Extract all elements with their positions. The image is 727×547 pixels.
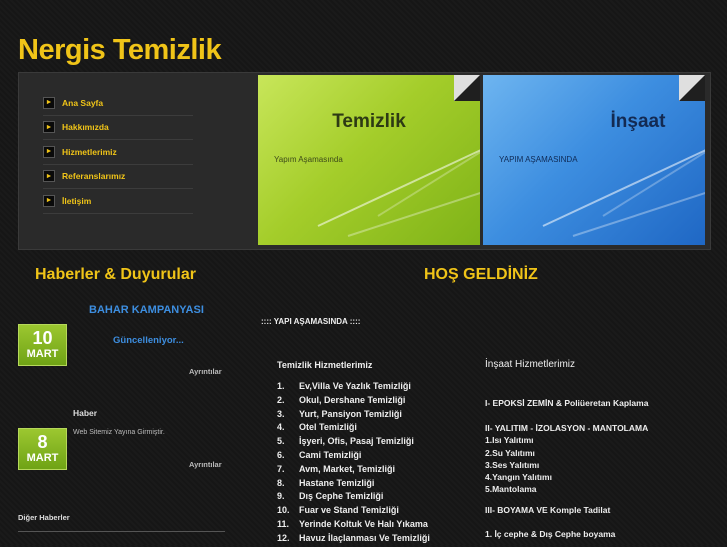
news-item-text: Web Sitemiz Yayına Girmiştir. xyxy=(73,429,165,436)
chevron-right-icon: ► xyxy=(43,121,55,134)
date-day: 10 xyxy=(32,328,53,348)
list-item: 3.Ses Yalıtımı xyxy=(485,459,540,470)
list-item: 9. Dış Cephe Temizliği xyxy=(277,491,384,502)
other-news-link[interactable]: Diğer Haberler xyxy=(18,513,70,522)
chevron-right-icon: ► xyxy=(43,96,55,109)
divider xyxy=(18,531,225,532)
list-item: 2. Okul, Dershane Temizliği xyxy=(277,394,406,405)
hero-banner: ► Ana Sayfa ► Hakkımızda ► Hizmetlerimiz… xyxy=(18,72,711,250)
date-day: 8 xyxy=(37,432,48,452)
site-title[interactable]: Nergis Temizlik xyxy=(18,34,222,67)
group-title: III- BOYAMA VE Komple Tadilat xyxy=(485,505,611,515)
details-link[interactable]: Ayrıntılar xyxy=(189,367,222,376)
list-item: 8. Hastane Temizliği xyxy=(277,477,375,488)
list-item: 1.Isı Yalıtımı xyxy=(485,435,534,446)
menu-item-label: Referanslarımız xyxy=(62,171,126,182)
chevron-right-icon: ► xyxy=(43,194,55,207)
cleaning-panel-title: Temizlik xyxy=(332,111,406,132)
page-curl-icon xyxy=(679,75,705,101)
menu-item-about[interactable]: ► Hakkımızda xyxy=(43,116,193,140)
list-item: 5.Mantolama xyxy=(485,484,537,495)
menu-item-services[interactable]: ► Hizmetlerimiz xyxy=(43,140,193,165)
welcome-heading: HOŞ GELDİNİZ xyxy=(424,266,538,283)
construction-panel-subtitle: YAPIM AŞAMASINDA xyxy=(499,155,578,164)
date-badge: 10 MART xyxy=(18,324,67,366)
chevron-right-icon: ► xyxy=(43,170,55,183)
construction-panel-title: İnşaat xyxy=(610,111,666,132)
list-item: 4. Otel Temizliği xyxy=(277,422,357,433)
menu-item-label: Hakkımızda xyxy=(62,122,109,133)
list-item: 6. Cami Temizliği xyxy=(277,449,362,460)
cleaning-services-list: 1. Ev,Villa Ve Yazlık Temizliği 2. Okul, D… xyxy=(277,381,430,547)
news-item-title[interactable]: BAHAR KAMPANYASI xyxy=(89,304,204,316)
list-item: 7. Avm, Market, Temizliği xyxy=(277,463,396,474)
cleaning-panel[interactable]: Temizlik Yapım Aşamasında xyxy=(258,75,480,245)
menu-item-home[interactable]: ► Ana Sayfa xyxy=(43,91,193,116)
chevron-right-icon: ► xyxy=(43,145,55,158)
list-item: 4.Yangın Yalıtımı xyxy=(485,472,552,483)
date-month: MART xyxy=(26,348,59,360)
news-item-title[interactable]: Haber xyxy=(73,408,97,418)
list-item: 12. Havuz İlaçlanması Ve Temizliği xyxy=(277,532,430,543)
news-item-text: Güncelleniyor... xyxy=(113,335,184,346)
menu-item-references[interactable]: ► Referanslarımız xyxy=(43,165,193,189)
construction-group-3: III- BOYAMA VE Komple Tadilat 1. İç ceph… xyxy=(485,505,615,541)
date-badge: 8 MART xyxy=(18,428,67,470)
list-item: 3. Yurt, Pansiyon Temizliği xyxy=(277,408,402,419)
menu-item-contact[interactable]: ► İletişim xyxy=(43,189,193,214)
list-item: 10. Fuar ve Stand Temizliği xyxy=(277,505,399,516)
construction-services-heading: İnşaat Hizmetlerimiz xyxy=(485,359,576,370)
menu-item-label: Hizmetlerimiz xyxy=(62,146,117,157)
news-heading: Haberler & Duyurular xyxy=(35,266,196,283)
menu-item-label: Ana Sayfa xyxy=(62,97,104,108)
list-item: 2.Su Yalıtımı xyxy=(485,447,535,458)
list-item: 1. İç cephe & Dış Cephe boyama xyxy=(485,529,616,539)
page-curl-icon xyxy=(454,75,480,101)
list-item: 5. İşyeri, Ofis, Pasaj Temizliği xyxy=(277,436,414,447)
menu-item-label: İletişim xyxy=(62,195,92,206)
list-item: 1. Ev,Villa Ve Yazlık Temizliği xyxy=(277,381,411,391)
construction-notice: :::: YAPI AŞAMASINDA :::: xyxy=(261,317,361,326)
details-link[interactable]: Ayrıntılar xyxy=(189,460,222,469)
cleaning-services-heading: Temizlik Hizmetlerimiz xyxy=(277,360,373,370)
group-title: II- YALITIM - İZOLASYON - MANTOLAMA xyxy=(485,423,649,433)
list-item: 11. Yerinde Koltuk Ve Halı Yıkama xyxy=(277,518,428,529)
construction-group-2: II- YALITIM - İZOLASYON - MANTOLAMA 1.Is… xyxy=(485,423,648,497)
construction-panel[interactable]: İnşaat YAPIM AŞAMASINDA xyxy=(483,75,705,245)
main-menu: ► Ana Sayfa ► Hakkımızda ► Hizmetlerimiz… xyxy=(43,91,193,214)
construction-group-1: I- EPOKSİ ZEMİN & Poliüeretan Kaplama xyxy=(485,398,649,408)
date-month: MART xyxy=(26,452,59,464)
cleaning-panel-subtitle: Yapım Aşamasında xyxy=(274,155,343,164)
